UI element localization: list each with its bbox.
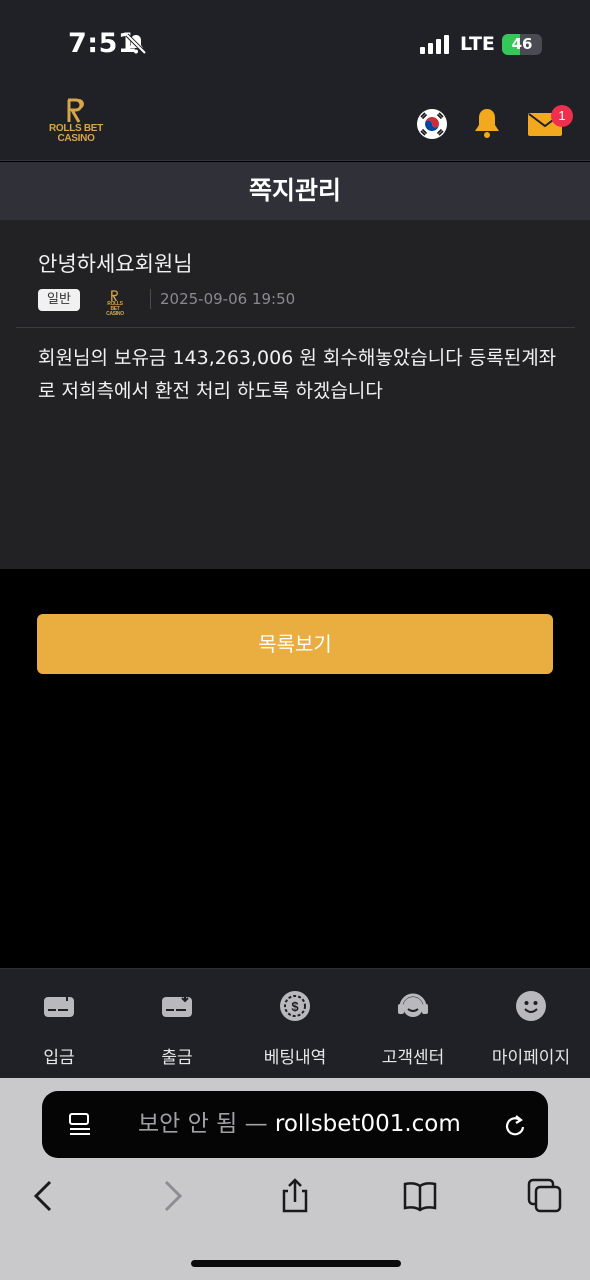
deposit-card-icon (44, 991, 74, 1017)
nav-betting-history[interactable]: $ 베팅내역 (236, 969, 354, 1079)
mail-count-badge: 1 (551, 105, 573, 127)
smiley-icon (516, 991, 546, 1021)
forward-icon[interactable] (154, 1178, 190, 1214)
sender-logo: ROLLS BET CASINO (103, 290, 127, 317)
site-logo[interactable]: ROLLS BET CASINO (46, 98, 106, 148)
message-category-badge: 일반 (38, 289, 80, 311)
message-detail: 안녕하세요회원님 일반 ROLLS BET CASINO 2025-09-06 … (0, 220, 590, 569)
notification-bell-icon[interactable] (472, 107, 502, 139)
url-separator: — (244, 1111, 268, 1137)
sender-logo-line2: CASINO (106, 311, 124, 317)
message-date: 2025-09-06 19:50 (160, 290, 296, 308)
svg-text:$: $ (291, 999, 299, 1014)
back-icon[interactable] (26, 1178, 62, 1214)
bookmarks-icon[interactable] (402, 1178, 438, 1214)
page-menu-icon[interactable] (68, 1112, 92, 1138)
site-header: ROLLS BET CASINO (0, 88, 590, 161)
withdraw-card-icon (162, 993, 192, 1017)
share-icon[interactable] (277, 1178, 313, 1214)
nav-withdraw[interactable]: 출금 (118, 969, 236, 1079)
nav-my-page[interactable]: 마이페이지 (472, 969, 590, 1079)
url-domain: rollsbet001.com (274, 1111, 461, 1137)
network-type: LTE (460, 33, 495, 55)
message-body: 회원님의 보유금 143,263,006 원 회수해놓았습니다 등록된계좌로 저… (38, 347, 557, 402)
korea-flag-icon[interactable] (416, 108, 448, 140)
headset-icon (398, 993, 428, 1017)
cellular-signal-icon (420, 35, 449, 54)
header-divider (16, 327, 575, 328)
back-to-list-button[interactable]: 목록보기 (37, 614, 553, 674)
reload-icon[interactable] (502, 1111, 528, 1139)
security-warning: 보안 안 됨 (138, 1111, 238, 1137)
nav-customer-center-label: 고객센터 (381, 1048, 445, 1068)
nav-deposit[interactable]: 입금 (0, 969, 118, 1079)
home-indicator (191, 1260, 401, 1267)
logo-line2: CASINO (57, 133, 95, 144)
nav-betting-history-label: 베팅내역 (263, 1048, 327, 1068)
dollar-chip-icon: $ (280, 991, 310, 1021)
browser-chrome: 보안 안 됨 — rollsbet001.com (0, 1078, 590, 1280)
meta-divider (150, 289, 151, 309)
bell-muted-icon (125, 33, 147, 55)
nav-customer-center[interactable]: 고객센터 (354, 969, 472, 1079)
page-title: 쪽지관리 (0, 162, 590, 220)
nav-withdraw-label: 출금 (161, 1048, 193, 1068)
url-text: 보안 안 됨 — rollsbet001.com (138, 1091, 461, 1158)
battery-percent: 46 (511, 35, 533, 53)
status-bar: 7:51 LTE 46 (0, 0, 590, 88)
battery-icon: 46 (502, 34, 542, 55)
tabs-icon[interactable] (527, 1178, 563, 1214)
bottom-nav: 입금 출금 $ 베팅내역 고객센터 마이페이지 (0, 968, 590, 1078)
nav-deposit-label: 입금 (43, 1048, 75, 1068)
nav-my-page-label: 마이페이지 (491, 1048, 571, 1068)
address-bar[interactable]: 보안 안 됨 — rollsbet001.com (42, 1091, 548, 1158)
message-subject: 안녕하세요회원님 (38, 252, 193, 276)
rr-logo-icon (67, 98, 84, 123)
